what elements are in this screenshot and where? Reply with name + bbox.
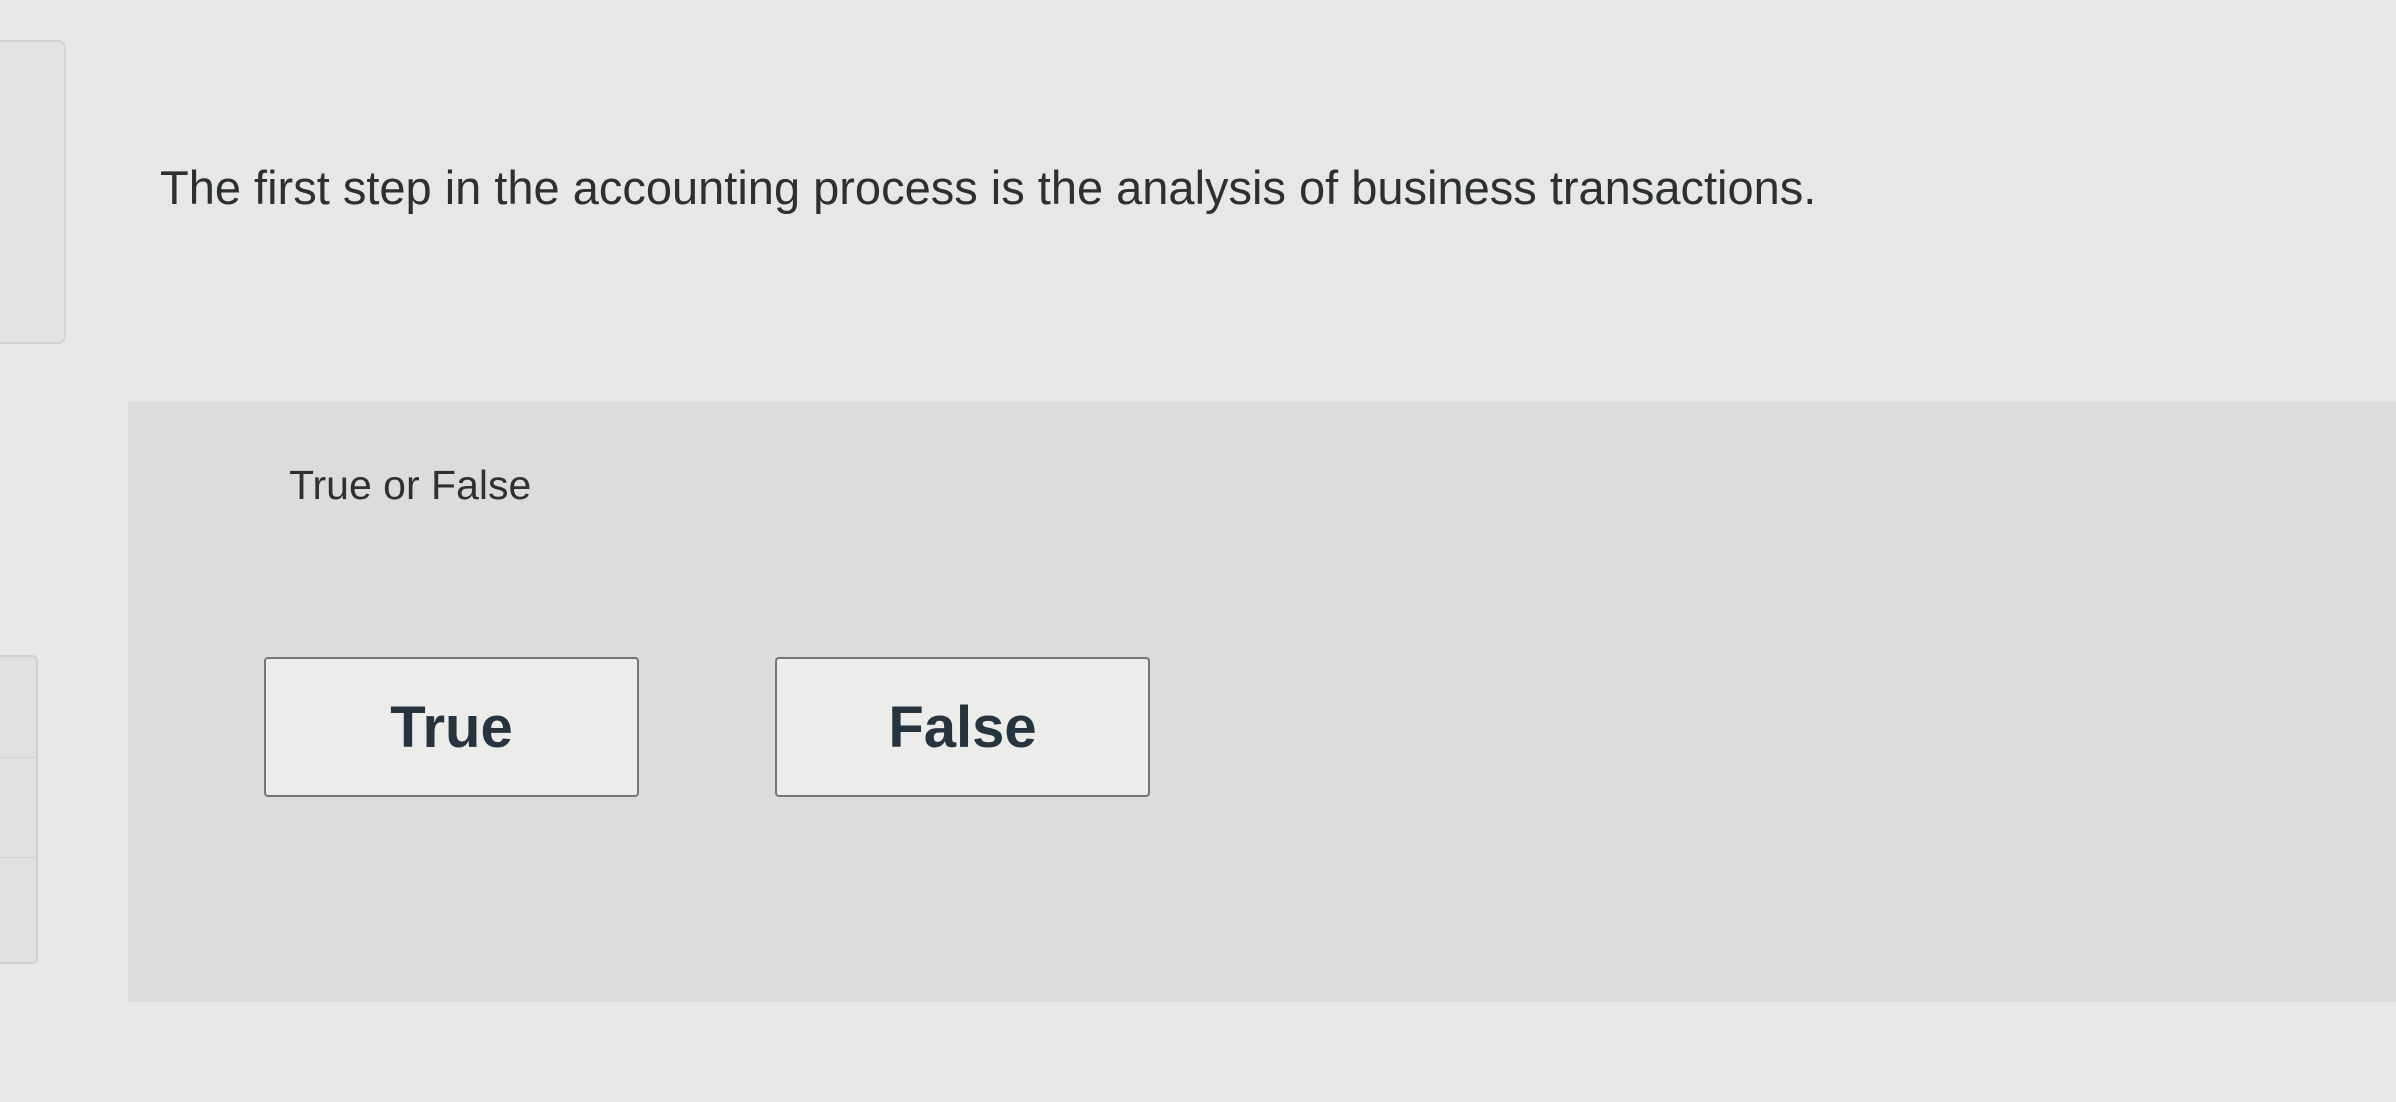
false-answer-button[interactable]: False [775, 657, 1150, 797]
left-rail-nav [0, 655, 38, 964]
question-type-label: True or False [289, 462, 532, 508]
question-text: The first step in the accounting process… [160, 161, 1817, 214]
left-rail-divider [0, 857, 36, 858]
left-rail-divider [0, 757, 36, 758]
answer-panel: True or False True False [128, 402, 2396, 1002]
left-rail-panel [0, 40, 66, 344]
true-answer-button[interactable]: True [264, 657, 639, 797]
